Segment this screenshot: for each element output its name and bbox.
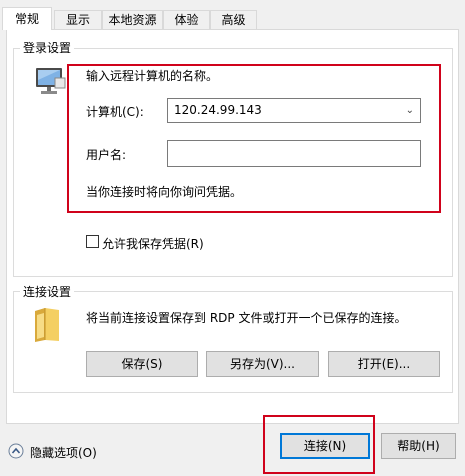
connection-settings-legend: 连接设置 (20, 285, 75, 299)
connection-settings-group (13, 291, 453, 393)
tab-general[interactable]: 常规 (2, 7, 52, 30)
tab-display[interactable]: 显示 (54, 10, 102, 29)
login-settings-legend: 登录设置 (20, 41, 75, 55)
open-button[interactable]: 打开(E)... (328, 351, 440, 377)
tab-local-resources[interactable]: 本地资源 (102, 10, 163, 29)
save-as-button[interactable]: 另存为(V)... (206, 351, 319, 377)
chevron-up-circle-icon[interactable] (8, 443, 24, 459)
tab-strip: 常规 显示 本地资源 体验 高级 (0, 7, 465, 30)
username-input[interactable] (167, 140, 421, 167)
username-label: 用户名: (86, 148, 127, 162)
allow-save-credentials-label[interactable]: 允许我保存凭据(R) (102, 235, 204, 252)
chevron-down-icon[interactable]: ⌄ (406, 99, 414, 122)
tab-advanced[interactable]: 高级 (210, 10, 257, 29)
folder-icon (35, 308, 59, 342)
computer-combobox-value: 120.24.99.143 (174, 103, 262, 117)
save-button[interactable]: 保存(S) (86, 351, 198, 377)
computer-label: 计算机(C): (86, 105, 144, 119)
credentials-note: 当你连接时将向你询问凭据。 (86, 185, 243, 199)
allow-save-credentials-checkbox[interactable] (86, 235, 99, 248)
computer-combobox[interactable]: 120.24.99.143 ⌄ (167, 98, 421, 123)
remote-computer-prompt: 输入远程计算机的名称。 (86, 69, 219, 83)
connection-settings-description: 将当前连接设置保存到 RDP 文件或打开一个已保存的连接。 (86, 311, 407, 325)
help-button[interactable]: 帮助(H) (381, 433, 456, 459)
hide-options-link[interactable]: 隐藏选项(O) (30, 444, 97, 461)
computer-monitor-icon (36, 68, 66, 94)
connect-button[interactable]: 连接(N) (280, 433, 370, 459)
tab-experience[interactable]: 体验 (163, 10, 210, 29)
